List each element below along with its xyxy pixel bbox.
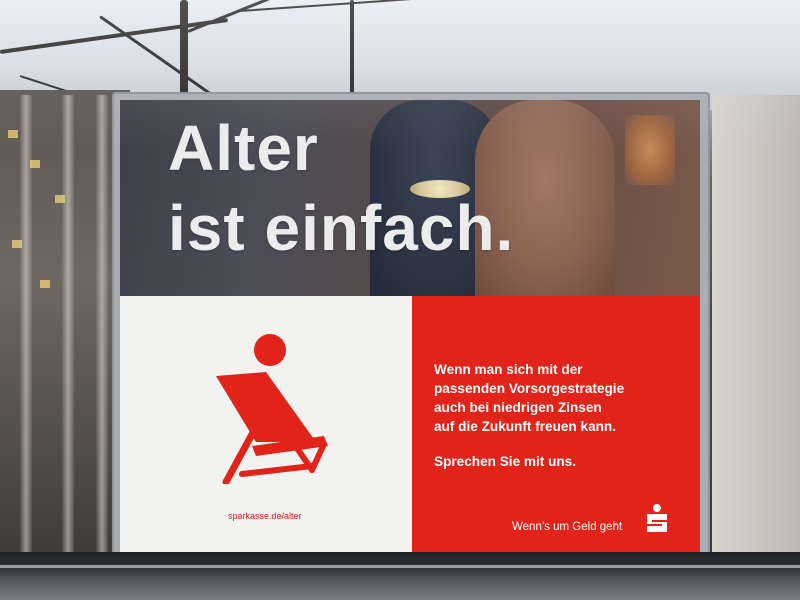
deck-chair-sun-icon bbox=[216, 334, 328, 484]
building-window bbox=[40, 280, 50, 288]
sparkasse-s-logo-icon bbox=[647, 504, 667, 532]
call-to-action: Sprechen Sie mit uns. bbox=[434, 454, 577, 469]
headline-line-1: Alter bbox=[168, 112, 319, 184]
body-copy: Wenn man sich mit der passenden Vorsorge… bbox=[434, 360, 684, 436]
body-line: auch bei niedrigen Zinsen bbox=[434, 400, 602, 415]
poster-photo: Alter ist einfach. bbox=[120, 100, 700, 296]
body-line: passenden Vorsorgestrategie bbox=[434, 381, 625, 396]
advertising-poster: Alter ist einfach. sparkasse.de/alter We… bbox=[120, 100, 700, 552]
tree-branch bbox=[180, 0, 188, 95]
window-sill bbox=[0, 552, 800, 600]
tree-branch bbox=[350, 0, 354, 95]
headline-line-2: ist einfach. bbox=[168, 192, 515, 264]
body-line: auf die Zukunft freuen kann. bbox=[434, 419, 617, 434]
poster-headline: Alter ist einfach. bbox=[168, 108, 514, 268]
right-wall bbox=[712, 95, 800, 565]
window-blind-slat bbox=[62, 95, 74, 555]
window-blind-slat bbox=[20, 95, 32, 555]
street-window-scene: Alter ist einfach. sparkasse.de/alter We… bbox=[0, 0, 800, 600]
lamp-glow bbox=[625, 115, 675, 185]
building-window bbox=[8, 130, 18, 138]
window-blind-slat bbox=[96, 95, 108, 555]
window-sill-edge bbox=[0, 565, 800, 568]
website-url: sparkasse.de/alter bbox=[228, 511, 302, 521]
body-line: Wenn man sich mit der bbox=[434, 362, 583, 377]
white-panel: sparkasse.de/alter bbox=[120, 296, 412, 552]
brand-slogan: Wenn’s um Geld geht bbox=[512, 521, 623, 533]
red-panel: Wenn man sich mit der passenden Vorsorge… bbox=[412, 296, 700, 552]
